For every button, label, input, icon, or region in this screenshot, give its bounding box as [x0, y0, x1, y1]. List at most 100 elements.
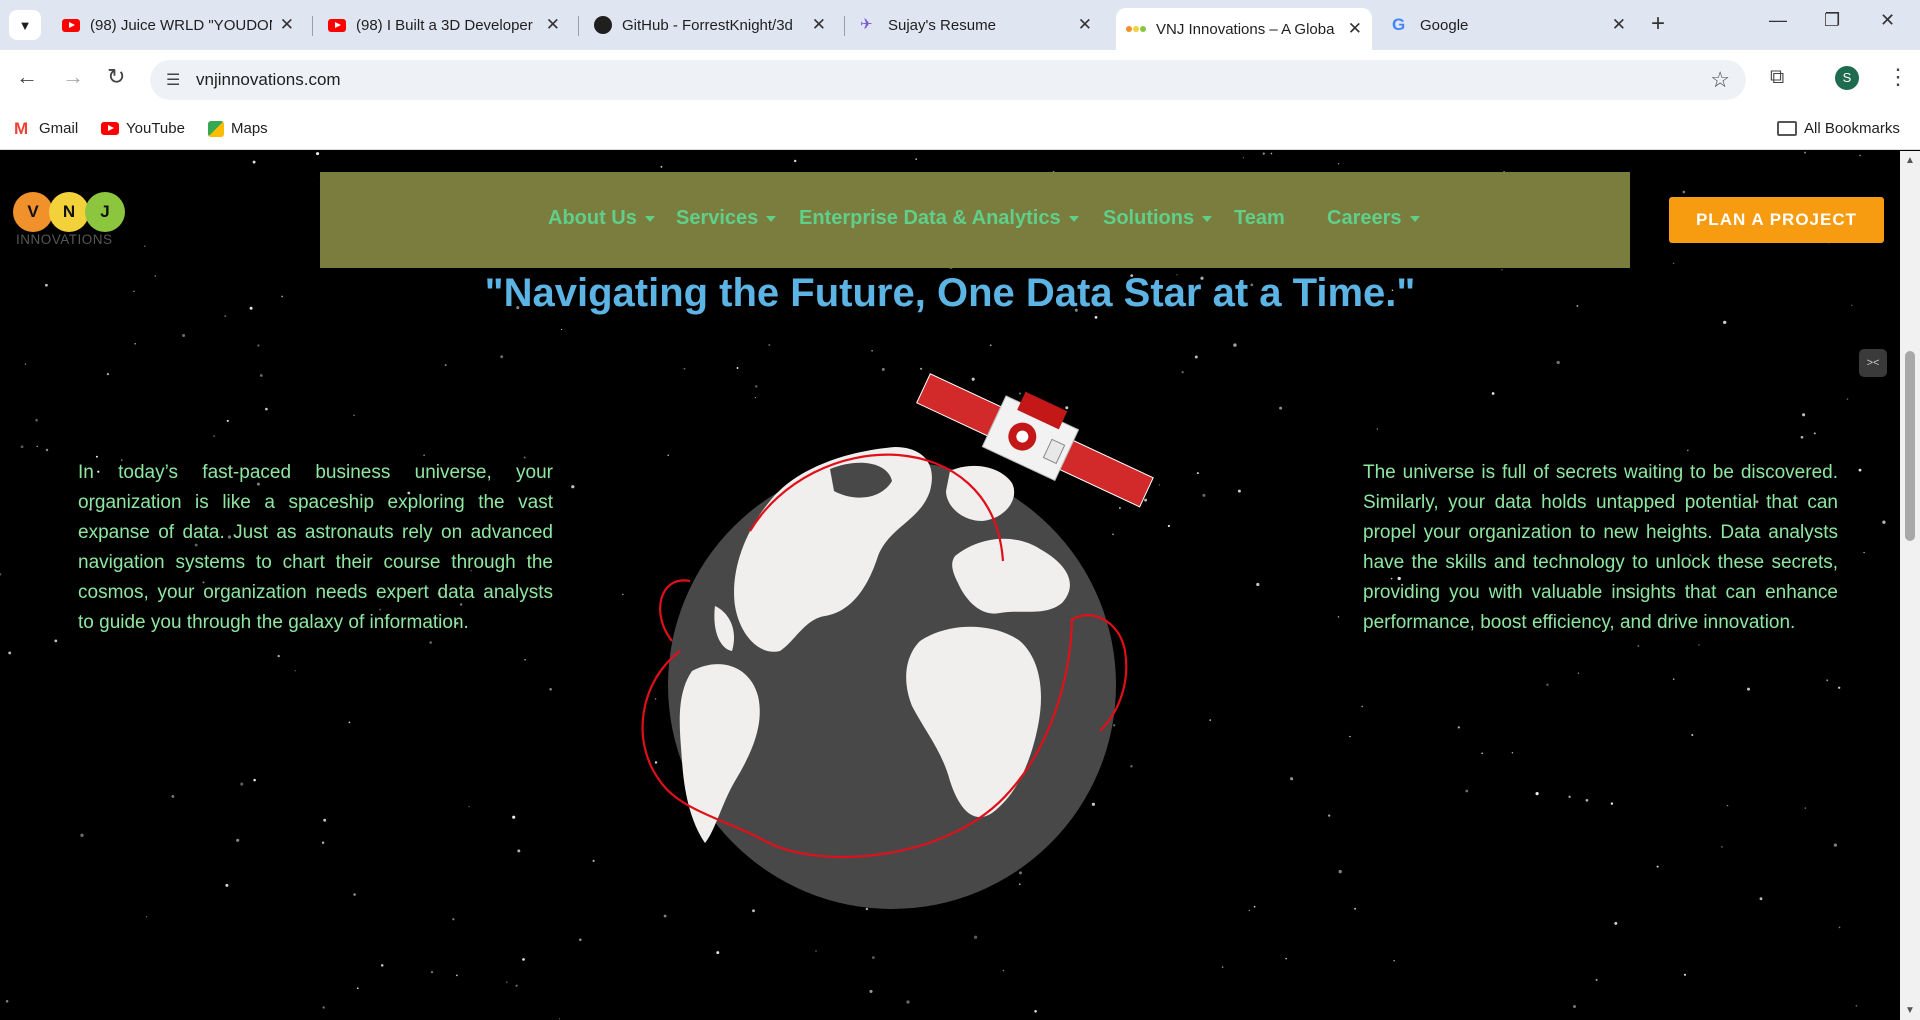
- tab-vnj-active[interactable]: VNJ Innovations – A Globa ✕: [1116, 8, 1372, 50]
- tab-youtube-juice[interactable]: (98) Juice WRLD "YOUDON ✕: [52, 8, 304, 42]
- star: [1556, 360, 1560, 365]
- site-info-icon[interactable]: ☰: [166, 70, 180, 90]
- star: [182, 334, 186, 337]
- star: [0, 573, 2, 576]
- star: [517, 849, 521, 853]
- star: [1838, 926, 1841, 929]
- star: [1859, 154, 1861, 157]
- star: [579, 938, 582, 942]
- star: [1262, 152, 1265, 155]
- scroll-down-arrow-icon[interactable]: ▼: [1905, 1005, 1915, 1016]
- star: [1723, 320, 1727, 325]
- nav-team[interactable]: Team: [1234, 207, 1285, 230]
- star: [348, 721, 351, 724]
- close-icon[interactable]: ✕: [546, 15, 560, 35]
- star: [323, 818, 327, 822]
- back-button[interactable]: ←: [16, 64, 38, 90]
- address-bar[interactable]: ☰ vnjinnovations.com ☆: [150, 60, 1746, 100]
- side-widget-button[interactable]: ><: [1859, 349, 1887, 377]
- nav-about-us[interactable]: About Us: [548, 207, 655, 230]
- star: [1614, 921, 1618, 925]
- star: [1338, 869, 1342, 874]
- bookmark-gmail[interactable]: Gmail: [14, 119, 78, 139]
- star: [1546, 683, 1549, 686]
- scroll-up-arrow-icon[interactable]: ▲: [1905, 155, 1915, 166]
- tab-search-button[interactable]: ▼: [9, 10, 41, 40]
- star: [1682, 190, 1686, 194]
- nav-careers[interactable]: Careers: [1327, 207, 1420, 230]
- plan-a-project-button[interactable]: PLAN A PROJECT: [1669, 197, 1884, 243]
- tab-divider: [312, 16, 313, 36]
- nav-services[interactable]: Services: [676, 207, 777, 230]
- star: [452, 918, 455, 921]
- scroll-thumb[interactable]: [1905, 351, 1915, 541]
- restore-button[interactable]: ❐: [1824, 10, 1840, 31]
- nav-enterprise-data-analytics[interactable]: Enterprise Data & Analytics: [799, 207, 1079, 230]
- star: [36, 445, 38, 448]
- caret-down-icon: [766, 215, 777, 222]
- star: [1721, 846, 1723, 848]
- bookmark-youtube[interactable]: YouTube: [101, 120, 185, 137]
- star: [429, 641, 432, 644]
- bookmark-star-icon[interactable]: ☆: [1710, 67, 1730, 93]
- logo-letter-j: J: [85, 192, 125, 232]
- url-text[interactable]: vnjinnovations.com: [196, 70, 341, 90]
- star: [1568, 795, 1571, 798]
- tab-youtube-3d[interactable]: (98) I Built a 3D Developer ✕: [318, 8, 570, 42]
- close-window-button[interactable]: ✕: [1880, 10, 1895, 31]
- star: [512, 815, 516, 819]
- close-icon[interactable]: ✕: [280, 15, 294, 35]
- google-icon: G: [1392, 15, 1406, 34]
- star: [560, 328, 563, 331]
- star: [1233, 343, 1237, 347]
- star: [549, 688, 552, 691]
- star: [915, 158, 917, 160]
- star: [225, 883, 229, 887]
- profile-avatar[interactable]: S: [1835, 66, 1859, 90]
- new-tab-button[interactable]: +: [1651, 10, 1665, 38]
- star: [1328, 814, 1331, 817]
- vnj-logo[interactable]: V N J INNOVATIONS: [13, 192, 125, 252]
- star: [134, 342, 136, 345]
- minimize-button[interactable]: —: [1769, 10, 1787, 31]
- close-icon[interactable]: ✕: [1078, 15, 1092, 35]
- star: [144, 245, 146, 247]
- globe-satellite-illustration: [641, 373, 1154, 909]
- star: [571, 485, 575, 489]
- star: [793, 159, 797, 163]
- star: [815, 950, 817, 952]
- star: [423, 454, 425, 457]
- tab-google[interactable]: G Google ✕: [1382, 8, 1636, 42]
- tab-resume[interactable]: ✈ Sujay's Resume ✕: [850, 8, 1102, 42]
- nav-solutions[interactable]: Solutions: [1103, 207, 1213, 230]
- intro-paragraph-left: In today’s fast-paced business universe,…: [78, 462, 553, 633]
- star: [1002, 969, 1005, 972]
- browser-menu-icon[interactable]: ⋮: [1887, 64, 1909, 90]
- star: [1361, 705, 1364, 708]
- caret-down-icon: [644, 215, 655, 222]
- forward-button[interactable]: →: [62, 64, 84, 90]
- bookmark-maps[interactable]: Maps: [208, 120, 268, 137]
- star: [1858, 468, 1862, 472]
- main-navigation: About Us Services Enterprise Data & Anal…: [320, 172, 1630, 268]
- star: [1573, 1005, 1576, 1008]
- star: [257, 344, 260, 347]
- star: [1511, 752, 1514, 754]
- vnj-icon: [1126, 23, 1146, 35]
- reload-button[interactable]: ↻: [107, 64, 125, 90]
- extensions-icon[interactable]: ⧉: [1770, 66, 1784, 89]
- star: [8, 651, 12, 655]
- star: [515, 984, 518, 987]
- bookmarks-bar: Gmail YouTube Maps All Bookmarks: [0, 108, 1920, 150]
- star: [1672, 678, 1675, 680]
- close-icon[interactable]: ✕: [812, 15, 826, 35]
- close-icon[interactable]: ✕: [1348, 19, 1362, 39]
- close-icon[interactable]: ✕: [1612, 15, 1626, 35]
- star: [1457, 726, 1460, 729]
- tab-github[interactable]: GitHub - ForrestKnight/3d ✕: [584, 8, 836, 42]
- earth-globe: [668, 447, 1116, 909]
- star: [906, 1000, 910, 1004]
- all-bookmarks[interactable]: All Bookmarks: [1777, 120, 1900, 137]
- star: [1285, 957, 1287, 960]
- page-scrollbar[interactable]: ▲ ▼: [1900, 151, 1920, 1020]
